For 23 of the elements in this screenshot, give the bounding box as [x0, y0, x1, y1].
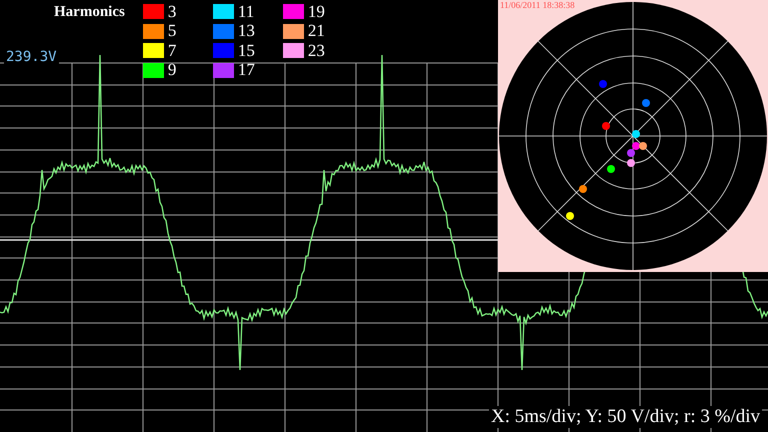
harmonic-label: 7 [168, 42, 176, 60]
legend-title: Harmonics [54, 3, 125, 21]
harmonic-dot [607, 165, 615, 173]
harmonic-label: 17 [238, 61, 255, 80]
harmonic-dot [627, 159, 635, 167]
harmonic-label: 21 [308, 22, 325, 40]
harmonic-label: 5 [168, 22, 176, 40]
harmonic-label: 3 [168, 2, 176, 21]
timestamp: 11/06/2011 18:38:38 [500, 0, 575, 10]
harmonic-dot [642, 99, 650, 107]
harmonic-label: 11 [238, 2, 254, 21]
voltage-reading: 239.3V [4, 48, 59, 66]
harmonic-label: 15 [238, 42, 255, 60]
harmonic-dot [602, 122, 610, 130]
harmonic-label: 19 [308, 2, 325, 21]
harmonic-dot [579, 185, 587, 193]
harmonic-dot [632, 130, 640, 138]
harmonic-dot [599, 80, 607, 88]
harmonic-label: 9 [168, 61, 176, 80]
harmonic-dot [566, 212, 574, 220]
scale-label: X: 5ms/div; Y: 50 V/div; r: 3 %/div [488, 406, 762, 428]
harmonic-label: 13 [238, 22, 255, 40]
harmonic-label: 23 [308, 42, 325, 60]
